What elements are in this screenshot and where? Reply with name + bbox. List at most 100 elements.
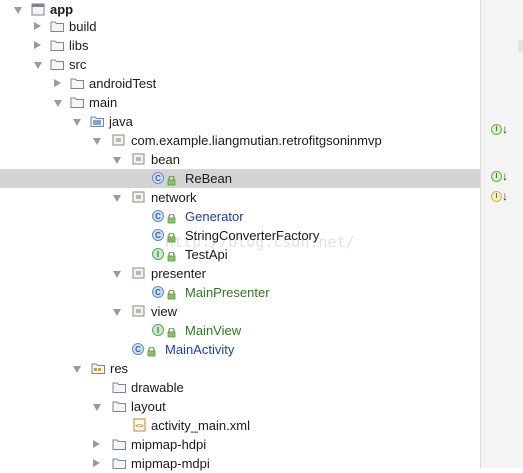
folder-icon bbox=[112, 399, 127, 413]
expand-arrow-right-icon[interactable] bbox=[93, 440, 100, 448]
tree-node-label: MainPresenter bbox=[185, 285, 270, 300]
tree-row-bean[interactable]: bean bbox=[0, 150, 480, 169]
interface-marker-icon: I bbox=[491, 171, 502, 182]
navigate-down-arrow-icon: ↓ bbox=[502, 169, 508, 183]
expand-arrow-right-icon[interactable] bbox=[34, 22, 41, 30]
tree-node-label: libs bbox=[69, 38, 89, 53]
expand-arrow-down-icon[interactable] bbox=[113, 271, 121, 278]
tree-row-com-example-liangmutian-retrofitgsoninmvp[interactable]: com.example.liangmutian.retrofitgsoninmv… bbox=[0, 131, 480, 150]
tree-row-mainview[interactable]: I MainView bbox=[0, 321, 480, 340]
tree-row-libs[interactable]: libs bbox=[0, 36, 480, 55]
expand-arrow-down-icon[interactable] bbox=[73, 119, 81, 126]
tree-node-label: view bbox=[151, 304, 178, 319]
tree-row-mainpresenter[interactable]: C MainPresenter bbox=[0, 283, 480, 302]
editor-gutter: I ↓ I ↓ I ↓ bbox=[480, 0, 523, 468]
tree-node-label: MainView bbox=[185, 323, 242, 338]
gutter-scroll-thumb[interactable] bbox=[518, 40, 523, 52]
tree-row-generator[interactable]: C Generator bbox=[0, 207, 480, 226]
implemented-interface-icon[interactable]: I ↓ bbox=[491, 123, 511, 137]
package-icon bbox=[132, 152, 147, 166]
tree-node-label: TestApi bbox=[185, 247, 228, 262]
tree-node-label: ReBean bbox=[185, 171, 232, 186]
expand-arrow-right-icon[interactable] bbox=[54, 79, 61, 87]
tree-row-src[interactable]: src bbox=[0, 55, 480, 74]
tree-row-java[interactable]: java bbox=[0, 112, 480, 131]
module-icon bbox=[31, 2, 46, 16]
interface-icon: I bbox=[152, 248, 164, 260]
tree-row-network[interactable]: network bbox=[0, 188, 480, 207]
tree-node-label: MainActivity bbox=[165, 342, 235, 357]
source-folder-icon bbox=[90, 114, 105, 128]
tree-row-drawable[interactable]: drawable bbox=[0, 378, 480, 397]
folder-icon bbox=[112, 437, 127, 451]
expand-arrow-down-icon[interactable] bbox=[34, 62, 42, 69]
interface-icon: I bbox=[152, 324, 164, 336]
tree-node-label: build bbox=[69, 19, 97, 34]
tree-row-main[interactable]: main bbox=[0, 93, 480, 112]
tree-row-activity-main-xml[interactable]: <> activity_main.xml bbox=[0, 416, 480, 435]
package-icon bbox=[132, 266, 147, 280]
tree-row-view[interactable]: view bbox=[0, 302, 480, 321]
tree-node-label: main bbox=[89, 95, 118, 110]
expand-arrow-down-icon[interactable] bbox=[73, 366, 81, 373]
tree-row-androidtest[interactable]: androidTest bbox=[0, 74, 480, 93]
class-icon: C bbox=[152, 229, 164, 241]
expand-arrow-down-icon[interactable] bbox=[113, 157, 121, 164]
class-icon: C bbox=[132, 343, 144, 355]
class-icon: C bbox=[152, 172, 164, 184]
access-lock-icon bbox=[167, 174, 176, 186]
folder-icon bbox=[112, 380, 127, 394]
tree-node-label: mipmap-mdpi bbox=[131, 456, 210, 471]
access-lock-icon bbox=[167, 326, 176, 338]
tree-row-mipmap-mdpi[interactable]: mipmap-mdpi bbox=[0, 454, 480, 473]
expand-arrow-down-icon[interactable] bbox=[93, 138, 101, 145]
tree-node-label: activity_main.xml bbox=[151, 418, 250, 433]
access-lock-icon bbox=[167, 288, 176, 300]
folder-icon bbox=[50, 19, 65, 33]
expand-arrow-down-icon[interactable] bbox=[14, 7, 22, 14]
interface-marker-icon: I bbox=[491, 124, 502, 135]
expand-arrow-down-icon[interactable] bbox=[113, 309, 121, 316]
tree-row-mainactivity[interactable]: C MainActivity bbox=[0, 340, 480, 359]
tree-row-build[interactable]: build bbox=[0, 17, 480, 36]
interface-marker-icon: I bbox=[491, 191, 502, 202]
project-tree: app build libs src androidTest main java… bbox=[0, 0, 480, 471]
tree-node-label: java bbox=[109, 114, 133, 129]
tree-node-label: Generator bbox=[185, 209, 244, 224]
expand-arrow-right-icon[interactable] bbox=[93, 459, 100, 467]
tree-node-label: bean bbox=[151, 152, 180, 167]
tree-node-label: network bbox=[151, 190, 197, 205]
svg-text:<>: <> bbox=[135, 422, 143, 430]
expand-arrow-down-icon[interactable] bbox=[113, 195, 121, 202]
navigate-down-arrow-icon: ↓ bbox=[502, 122, 508, 136]
implemented-interface-icon[interactable]: I ↓ bbox=[491, 170, 511, 184]
tree-node-label: drawable bbox=[131, 380, 184, 395]
tree-row-layout[interactable]: layout bbox=[0, 397, 480, 416]
tree-row-testapi[interactable]: I TestApi bbox=[0, 245, 480, 264]
implemented-interface-icon[interactable]: I ↓ bbox=[491, 190, 511, 204]
expand-arrow-down-icon[interactable] bbox=[54, 100, 62, 107]
tree-node-label: res bbox=[110, 361, 129, 376]
tree-node-label: mipmap-hdpi bbox=[131, 437, 207, 452]
tree-node-label: app bbox=[50, 2, 74, 17]
access-lock-icon bbox=[167, 212, 176, 224]
access-lock-icon bbox=[167, 231, 176, 243]
expand-arrow-right-icon[interactable] bbox=[34, 41, 41, 49]
navigate-down-arrow-icon: ↓ bbox=[502, 189, 508, 203]
folder-icon bbox=[70, 95, 85, 109]
access-lock-icon bbox=[147, 345, 156, 357]
access-lock-icon bbox=[167, 250, 176, 262]
xml-file-icon: <> bbox=[132, 418, 147, 432]
tree-row-presenter[interactable]: presenter bbox=[0, 264, 480, 283]
tree-node-label: presenter bbox=[151, 266, 206, 281]
folder-icon bbox=[50, 57, 65, 71]
tree-node-label: src bbox=[69, 57, 87, 72]
tree-row-rebean[interactable]: C ReBean bbox=[0, 169, 480, 188]
tree-row-mipmap-hdpi[interactable]: mipmap-hdpi bbox=[0, 435, 480, 454]
expand-arrow-down-icon[interactable] bbox=[93, 404, 101, 411]
class-icon: C bbox=[152, 210, 164, 222]
tree-node-label: androidTest bbox=[89, 76, 157, 91]
tree-row-stringconverterfactory[interactable]: C StringConverterFactory bbox=[0, 226, 480, 245]
tree-node-label: StringConverterFactory bbox=[185, 228, 320, 243]
tree-row-res[interactable]: res bbox=[0, 359, 480, 378]
